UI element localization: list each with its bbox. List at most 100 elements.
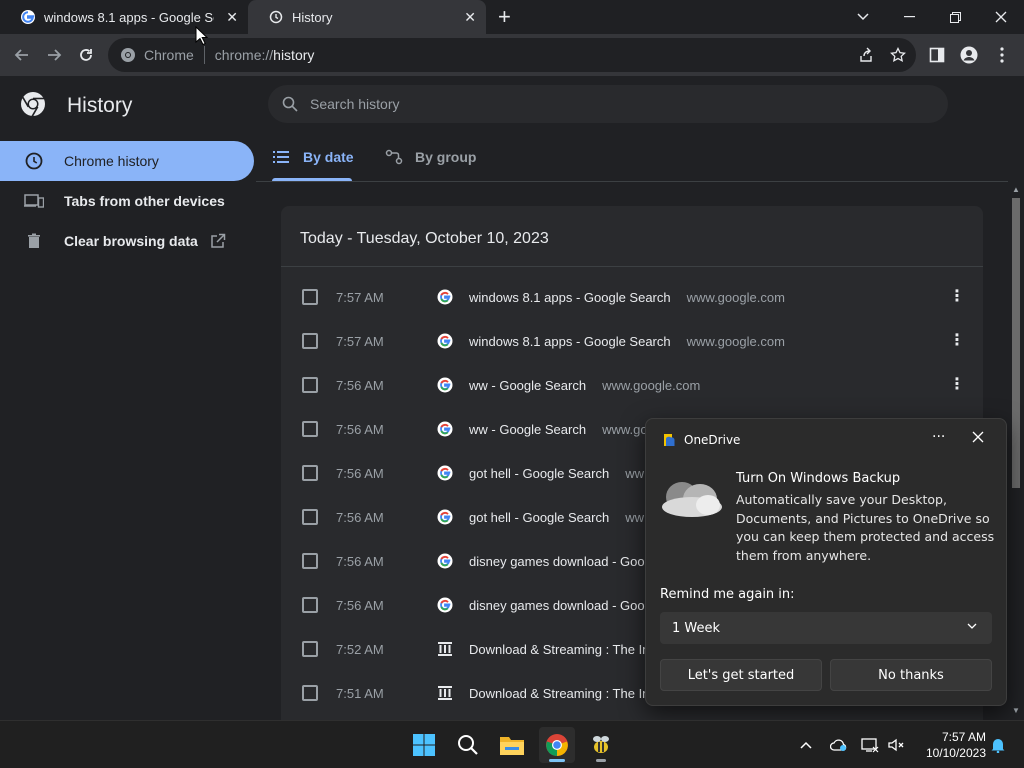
- sidebar-item-chrome-history[interactable]: Chrome history: [0, 141, 254, 181]
- row-checkbox[interactable]: [302, 421, 318, 437]
- bookmark-star-icon[interactable]: [888, 45, 908, 65]
- row-title: disney games download - Goo: [469, 553, 645, 569]
- close-icon[interactable]: ✕: [464, 9, 476, 26]
- tab-history[interactable]: History ✕: [248, 0, 486, 34]
- row-menu-icon[interactable]: ⋮: [949, 333, 965, 349]
- menu-kebab-icon[interactable]: [992, 45, 1012, 65]
- volume-muted-icon[interactable]: [886, 735, 906, 755]
- tab-title: History: [292, 9, 333, 25]
- new-tab-button[interactable]: +: [498, 6, 511, 28]
- windows-taskbar: 7:57 AM 10/10/2023: [0, 720, 1024, 768]
- tab-google-search[interactable]: windows 8.1 apps - Google Sear ✕: [0, 0, 248, 34]
- scroll-up-arrow[interactable]: ▲: [1012, 185, 1020, 194]
- row-time: 7:56 AM: [336, 553, 384, 569]
- restore-button[interactable]: [932, 0, 978, 34]
- day-heading: Today - Tuesday, October 10, 2023: [300, 230, 549, 247]
- trash-icon: [24, 231, 44, 251]
- chrome-taskbar-button[interactable]: [539, 727, 575, 763]
- more-options-icon[interactable]: ···: [932, 429, 945, 445]
- sidebar-item-clear-browsing-data[interactable]: Clear browsing data: [0, 221, 256, 261]
- tab-by-group[interactable]: By group: [385, 137, 476, 177]
- row-time: 7:51 AM: [336, 685, 384, 701]
- row-title: got hell - Google Search: [469, 509, 610, 525]
- row-link[interactable]: Download & Streaming : The In: [469, 642, 665, 657]
- row-checkbox[interactable]: [302, 289, 318, 305]
- row-link[interactable]: got hell - Google Search ww: [469, 510, 644, 525]
- start-button[interactable]: [406, 727, 442, 763]
- google-icon: [437, 289, 453, 305]
- row-link[interactable]: disney games download - Goo: [469, 598, 661, 613]
- chrome-icon: [121, 48, 135, 62]
- row-link[interactable]: ww - Google Search www.google.com: [469, 378, 700, 393]
- tab-title: windows 8.1 apps - Google Sear: [44, 9, 214, 25]
- chrome-logo-icon: [21, 92, 45, 117]
- file-explorer-button[interactable]: [494, 727, 530, 763]
- row-domain: ww: [625, 465, 644, 481]
- row-domain: ww: [625, 509, 644, 525]
- row-link[interactable]: disney games download - Goo: [469, 554, 661, 569]
- row-title: Download & Streaming : The In: [469, 641, 650, 657]
- back-button[interactable]: [10, 43, 34, 67]
- tab-search-chevron-icon[interactable]: [840, 0, 886, 34]
- share-icon[interactable]: [856, 45, 876, 65]
- row-link[interactable]: Download & Streaming : The In: [469, 686, 665, 701]
- row-checkbox[interactable]: [302, 685, 318, 701]
- search-history-box[interactable]: [268, 85, 948, 123]
- page-scrollbar[interactable]: ▲ ▼: [1008, 182, 1024, 720]
- remind-dropdown[interactable]: 1 Week: [660, 612, 992, 644]
- side-panel-icon[interactable]: [927, 45, 947, 65]
- row-checkbox[interactable]: [302, 509, 318, 525]
- row-menu-icon[interactable]: ⋮: [949, 289, 965, 305]
- row-domain: www.go: [602, 421, 648, 437]
- row-title: disney games download - Goo: [469, 597, 645, 613]
- lets-get-started-button[interactable]: Let's get started: [660, 659, 822, 691]
- row-checkbox[interactable]: [302, 377, 318, 393]
- taskbar-clock[interactable]: 7:57 AM 10/10/2023: [916, 729, 986, 761]
- row-link[interactable]: windows 8.1 apps - Google Search www.goog…: [469, 334, 785, 349]
- row-checkbox[interactable]: [302, 553, 318, 569]
- onedrive-tray-icon[interactable]: [829, 735, 849, 755]
- google-icon: [437, 377, 453, 393]
- close-icon[interactable]: ✕: [226, 9, 238, 26]
- row-checkbox[interactable]: [302, 333, 318, 349]
- search-history-input[interactable]: [310, 96, 910, 112]
- close-window-button[interactable]: [978, 0, 1024, 34]
- tab-by-date[interactable]: By date: [273, 137, 354, 177]
- notification-title: Turn On Windows Backup: [736, 471, 901, 486]
- history-row[interactable]: 7:56 AM ww - Google Search www.google.com ⋮: [281, 363, 983, 407]
- close-icon[interactable]: [972, 431, 984, 447]
- profile-avatar-icon[interactable]: [959, 45, 979, 65]
- sidebar-item-tabs-other-devices[interactable]: Tabs from other devices: [0, 181, 256, 221]
- google-icon: [437, 465, 453, 481]
- minimize-button[interactable]: [886, 0, 932, 34]
- folder-icon: [500, 737, 524, 755]
- row-checkbox[interactable]: [302, 465, 318, 481]
- address-bar[interactable]: Chrome chrome://history: [108, 38, 916, 72]
- forward-button[interactable]: [42, 43, 66, 67]
- scroll-thumb[interactable]: [1012, 198, 1020, 488]
- row-checkbox[interactable]: [302, 597, 318, 613]
- reload-button[interactable]: [74, 43, 98, 67]
- history-row[interactable]: 7:57 AM windows 8.1 apps - Google Search w…: [281, 319, 983, 363]
- history-header: History: [0, 76, 1024, 136]
- url-text[interactable]: chrome://history: [215, 47, 315, 63]
- network-icon[interactable]: [860, 735, 880, 755]
- notification-bell-icon[interactable]: [988, 735, 1008, 755]
- row-time: 7:56 AM: [336, 421, 384, 437]
- row-link[interactable]: windows 8.1 apps - Google Search www.goog…: [469, 290, 785, 305]
- row-link[interactable]: ww - Google Search www.go: [469, 422, 648, 437]
- history-row[interactable]: 7:57 AM windows 8.1 apps - Google Search w…: [281, 275, 983, 319]
- row-time: 7:57 AM: [336, 333, 384, 349]
- row-link[interactable]: got hell - Google Search ww: [469, 466, 644, 481]
- scroll-down-arrow[interactable]: ▼: [1012, 706, 1020, 715]
- show-hidden-icons-chevron-icon[interactable]: [796, 735, 816, 755]
- no-thanks-button[interactable]: No thanks: [830, 659, 992, 691]
- search-icon: [282, 96, 298, 112]
- taskbar-search-button[interactable]: [450, 727, 486, 763]
- row-time: 7:56 AM: [336, 597, 384, 613]
- row-menu-icon[interactable]: ⋮: [949, 377, 965, 393]
- app-taskbar-button[interactable]: [583, 727, 619, 763]
- remind-value: 1 Week: [672, 620, 721, 636]
- site-chip[interactable]: Chrome: [120, 47, 194, 63]
- row-checkbox[interactable]: [302, 641, 318, 657]
